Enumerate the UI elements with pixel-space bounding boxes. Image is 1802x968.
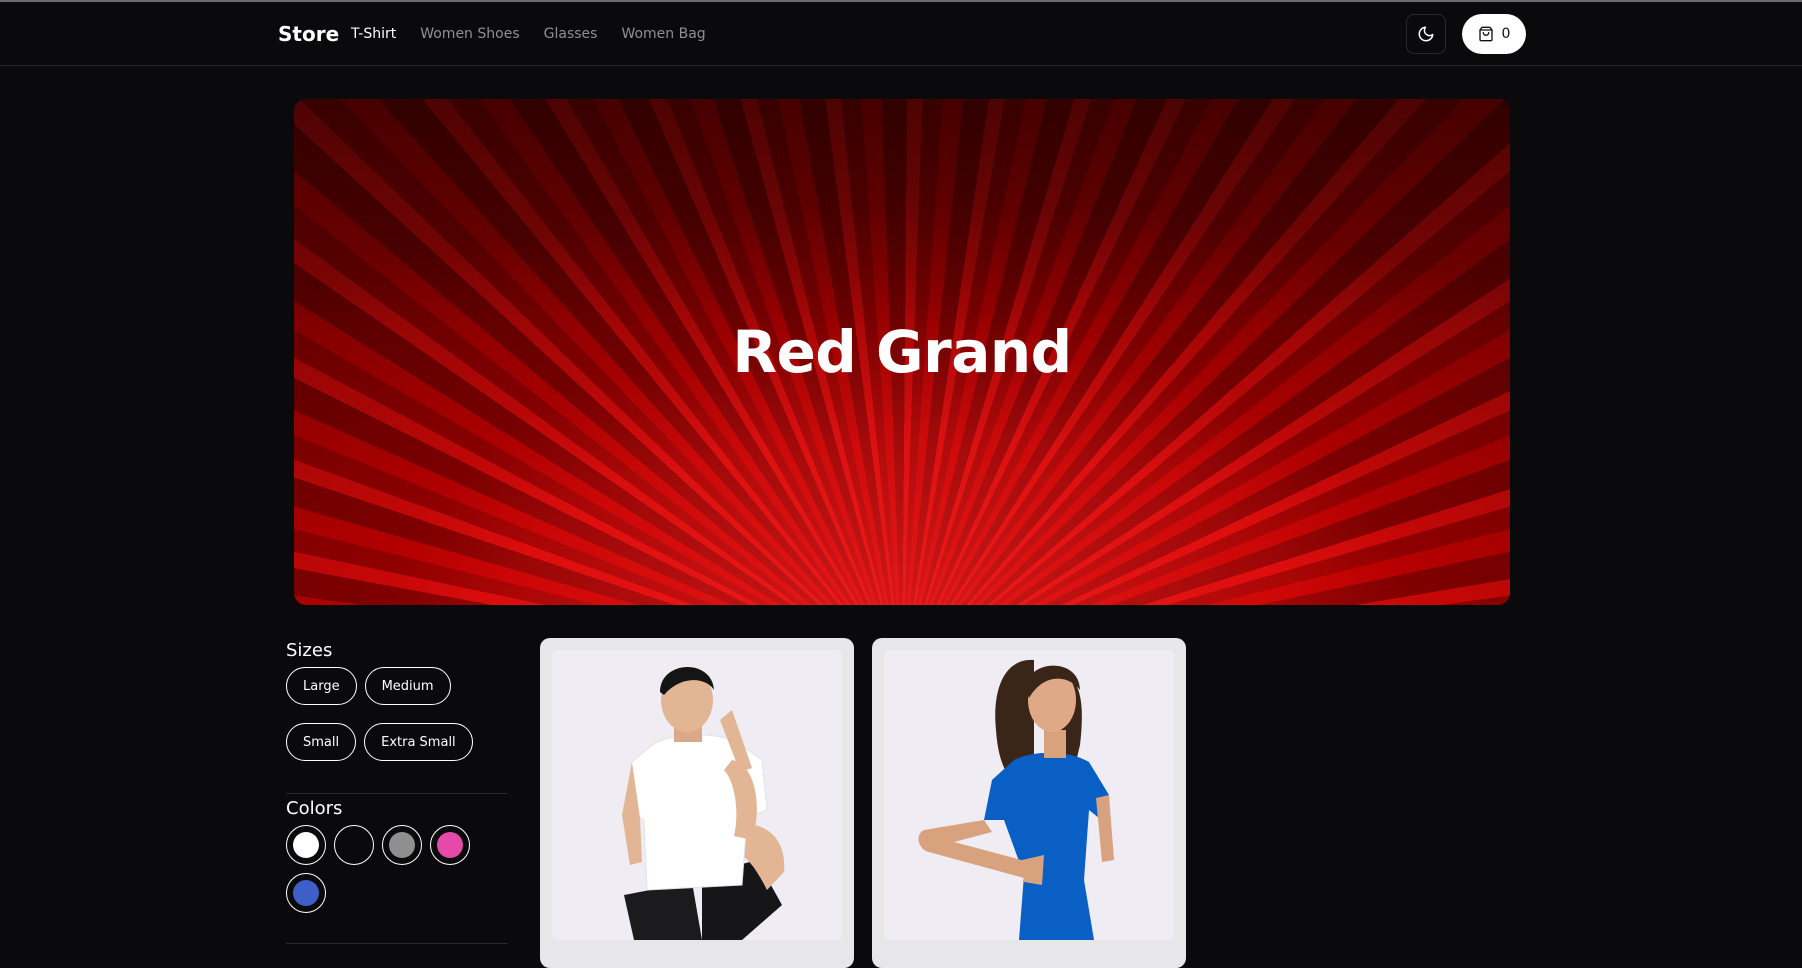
nav-link-glasses[interactable]: Glasses <box>544 26 598 42</box>
color-option-gray[interactable] <box>382 825 422 865</box>
color-swatch <box>437 832 463 858</box>
store-logo[interactable]: Store <box>278 22 339 46</box>
filter-divider <box>286 793 507 794</box>
product-card-blue-tshirt[interactable] <box>872 638 1186 968</box>
product-image <box>884 650 1174 940</box>
color-option-pink[interactable] <box>430 825 470 865</box>
color-option-white[interactable] <box>286 825 326 865</box>
size-option-large[interactable]: Large <box>286 667 357 705</box>
navbar: Store T-Shirt Women Shoes Glasses Women … <box>0 2 1802 66</box>
filter-divider <box>286 943 507 944</box>
size-option-medium[interactable]: Medium <box>364 667 451 705</box>
size-option-extra-small[interactable]: Extra Small <box>364 723 473 761</box>
nav-link-women-bag[interactable]: Women Bag <box>621 26 705 42</box>
cart-button[interactable]: 0 <box>1462 14 1526 54</box>
hero-banner: Red Grand <box>294 99 1510 605</box>
nav-link-women-shoes[interactable]: Women Shoes <box>420 26 519 42</box>
man-white-tshirt-image <box>552 650 842 940</box>
color-swatch <box>293 880 319 906</box>
shopping-bag-icon <box>1478 26 1493 42</box>
size-option-small[interactable]: Small <box>286 723 357 761</box>
category-nav: T-Shirt Women Shoes Glasses Women Bag <box>351 26 706 42</box>
color-option-blue[interactable] <box>286 873 326 913</box>
hero-title: Red Grand <box>732 318 1072 386</box>
color-swatch <box>341 832 367 858</box>
color-options <box>286 825 486 913</box>
color-option-black[interactable] <box>334 825 374 865</box>
product-card-white-tshirt[interactable] <box>540 638 854 968</box>
sizes-heading: Sizes <box>286 640 333 661</box>
color-swatch <box>389 832 415 858</box>
cart-count: 0 <box>1501 26 1511 42</box>
nav-link-tshirt[interactable]: T-Shirt <box>351 26 396 42</box>
theme-toggle-button[interactable] <box>1406 14 1446 54</box>
filter-sidebar: Sizes Large Medium Small Extra Small Col… <box>286 640 507 944</box>
woman-blue-tshirt-image <box>884 650 1174 940</box>
color-swatch <box>293 832 319 858</box>
size-options: Large Medium Small Extra Small <box>286 667 507 771</box>
product-image <box>552 650 842 940</box>
colors-heading: Colors <box>286 798 343 819</box>
moon-icon <box>1418 26 1434 42</box>
